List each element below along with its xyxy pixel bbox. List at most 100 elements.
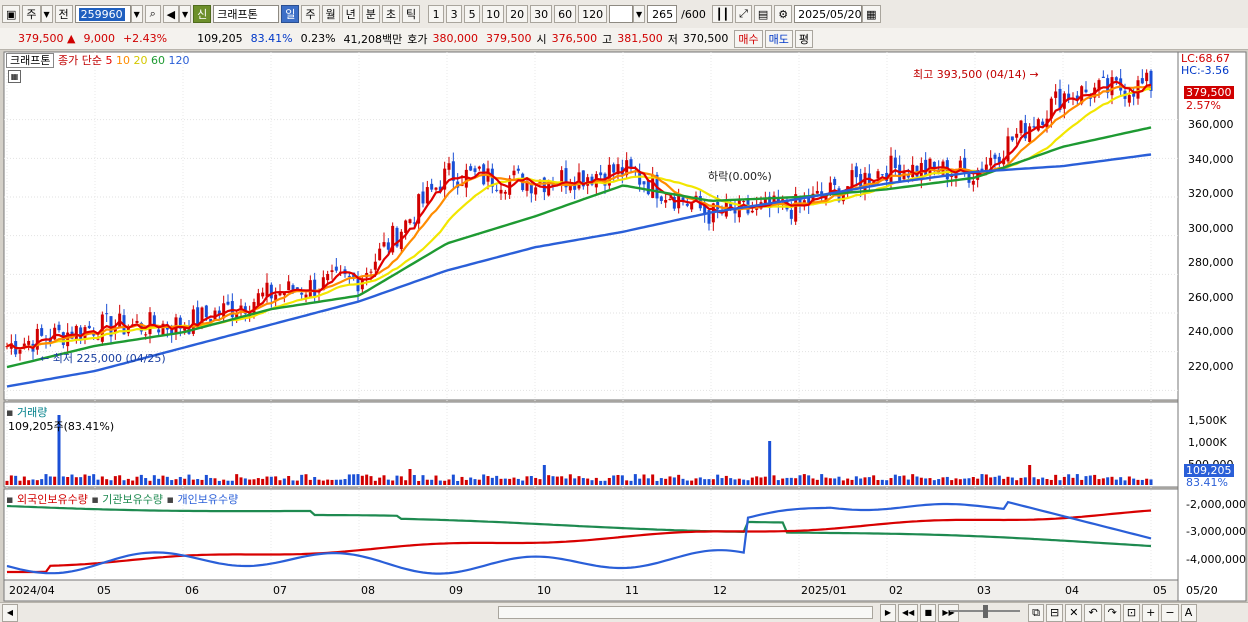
- tick-5[interactable]: 5: [464, 5, 481, 23]
- search-icon[interactable]: ⌕: [144, 5, 161, 23]
- text-icon[interactable]: A: [1180, 603, 1197, 622]
- y-tick-280000: 280,000: [1188, 256, 1234, 269]
- redo-icon[interactable]: ↷: [1103, 603, 1121, 622]
- crosshair-icon[interactable]: ✕: [1065, 603, 1083, 622]
- candle-body-96: [421, 191, 425, 204]
- split-icon[interactable]: ⊟: [1046, 603, 1064, 622]
- zoom-fit-icon[interactable]: ⊡: [1122, 603, 1141, 622]
- tab-tick[interactable]: 틱: [402, 5, 421, 23]
- stock-code-input[interactable]: 259960: [74, 5, 131, 23]
- volume-bar-80: [352, 474, 356, 485]
- window-icon[interactable]: ▣: [2, 5, 21, 23]
- volume-bar-28: [126, 478, 130, 485]
- legend-stock-name[interactable]: 크래프톤: [6, 53, 55, 68]
- tab-week[interactable]: 주: [301, 5, 320, 23]
- save-icon[interactable]: ▤: [753, 5, 773, 23]
- grid-icon[interactable]: ▦: [8, 70, 21, 83]
- stock-name-field[interactable]: 크래프톤: [213, 5, 280, 23]
- volume-bar-209: [911, 474, 915, 485]
- scroll-right-icon[interactable]: ▶: [880, 603, 896, 622]
- volume-bar-143: [625, 480, 629, 485]
- tab-year[interactable]: 년: [341, 5, 360, 23]
- copy-icon[interactable]: ⧉: [1028, 603, 1044, 622]
- candle-body-223: [971, 180, 975, 185]
- code-dropdown-icon[interactable]: ▼: [130, 5, 143, 23]
- candle-icon[interactable]: ┃┃: [711, 5, 734, 23]
- tick-60[interactable]: 60: [554, 5, 577, 23]
- zoom-in-icon[interactable]: +: [1142, 603, 1160, 622]
- fast-forward-icon[interactable]: ▶▶: [938, 603, 959, 622]
- chevron-down-icon[interactable]: ▼: [40, 5, 53, 23]
- volume-bar-69: [304, 474, 308, 485]
- candle-body-118: [516, 168, 520, 171]
- volume-bar-213: [928, 478, 932, 485]
- tab-minute[interactable]: 분: [361, 5, 380, 23]
- zoom-out-icon[interactable]: −: [1161, 603, 1179, 622]
- prev-button[interactable]: 전: [54, 5, 73, 23]
- volume-bar-62: [274, 476, 278, 485]
- volume-bar-220: [958, 479, 962, 485]
- sell-button[interactable]: 매도: [764, 29, 793, 48]
- date-input[interactable]: 2025/05/20: [794, 5, 863, 23]
- volume-bar-82: [360, 475, 364, 485]
- tick-3[interactable]: 3: [446, 5, 463, 23]
- volume-bar-110: [482, 474, 486, 485]
- volume-bar-172: [750, 477, 754, 485]
- volume-bar-38: [170, 480, 174, 485]
- speaker-dropdown-icon[interactable]: ▼: [179, 5, 192, 23]
- chart-area[interactable]: 크래프톤 종가 단순 5 10 20 60 120 ▦ LC:68.67 HC:…: [0, 50, 1248, 602]
- stock-chart[interactable]: [0, 50, 1248, 602]
- x-tick-8: 12: [713, 584, 727, 597]
- last-price-tag: 379,500: [1184, 86, 1234, 99]
- scroll-left-icon[interactable]: ◀: [2, 603, 18, 622]
- candle-body-79: [347, 275, 351, 277]
- candle-body-228: [993, 154, 997, 159]
- low-annotation: ← 최저 225,000 (04/25): [40, 352, 166, 365]
- tab-month[interactable]: 월: [321, 5, 340, 23]
- candle-body-140: [612, 164, 616, 173]
- volume-bar-184: [802, 474, 806, 485]
- eval-button[interactable]: 평: [794, 29, 814, 48]
- zoom-slider-handle[interactable]: [983, 605, 988, 618]
- calendar-icon[interactable]: ▦: [862, 5, 881, 23]
- volume-bar-40: [178, 476, 182, 485]
- candle-body-19: [87, 325, 91, 329]
- scroll-thumb[interactable]: [498, 606, 873, 619]
- volume-bar-5: [27, 480, 31, 485]
- tab-second[interactable]: 초: [381, 5, 400, 23]
- legend-foreign: 외국인보유수량: [16, 493, 88, 506]
- bottom-scrollbar[interactable]: ◀ ▶ ◀◀ ■ ▶▶ ⧉ ⊟ ✕ ↶ ↷ ⊡ + − A: [0, 602, 1248, 622]
- period-mode-select[interactable]: 주: [22, 5, 41, 23]
- volume-bar-205: [893, 474, 897, 485]
- volume-bar-119: [521, 480, 525, 485]
- stop-icon[interactable]: ■: [920, 603, 937, 622]
- custom-tick-input[interactable]: [609, 5, 634, 23]
- volume-bar-101: [443, 480, 447, 485]
- volume-bar-212: [924, 478, 928, 485]
- tick-20[interactable]: 20: [506, 5, 529, 23]
- undo-icon[interactable]: ↶: [1084, 603, 1102, 622]
- custom-tick-dropdown-icon[interactable]: ▼: [633, 5, 646, 23]
- volume-bar-50: [222, 479, 226, 485]
- tick-10[interactable]: 10: [482, 5, 505, 23]
- tick-1[interactable]: 1: [428, 5, 445, 23]
- candle-body-221: [963, 157, 967, 170]
- volume-bar-65: [287, 475, 291, 485]
- tick-30[interactable]: 30: [530, 5, 553, 23]
- volume-bar-42: [187, 474, 191, 485]
- buy-button[interactable]: 매수: [734, 29, 763, 48]
- rewind-icon[interactable]: ◀◀: [898, 603, 919, 622]
- speaker-icon[interactable]: ◀: [162, 5, 180, 23]
- stock-code-value: 259960: [78, 7, 125, 21]
- volume-bar-200: [872, 475, 876, 485]
- volume-bar-19: [87, 475, 91, 485]
- volume-bar-235: [1023, 477, 1027, 485]
- count-input[interactable]: 265: [647, 5, 678, 23]
- tab-day[interactable]: 일: [281, 5, 300, 23]
- draw-tool-icon[interactable]: ⤢: [735, 5, 752, 23]
- gear-icon[interactable]: ⚙: [774, 5, 793, 23]
- count-total: /600: [681, 7, 706, 21]
- tick-120[interactable]: 120: [578, 5, 608, 23]
- volume-bar-169: [737, 478, 741, 485]
- volume-bar-66: [291, 480, 295, 485]
